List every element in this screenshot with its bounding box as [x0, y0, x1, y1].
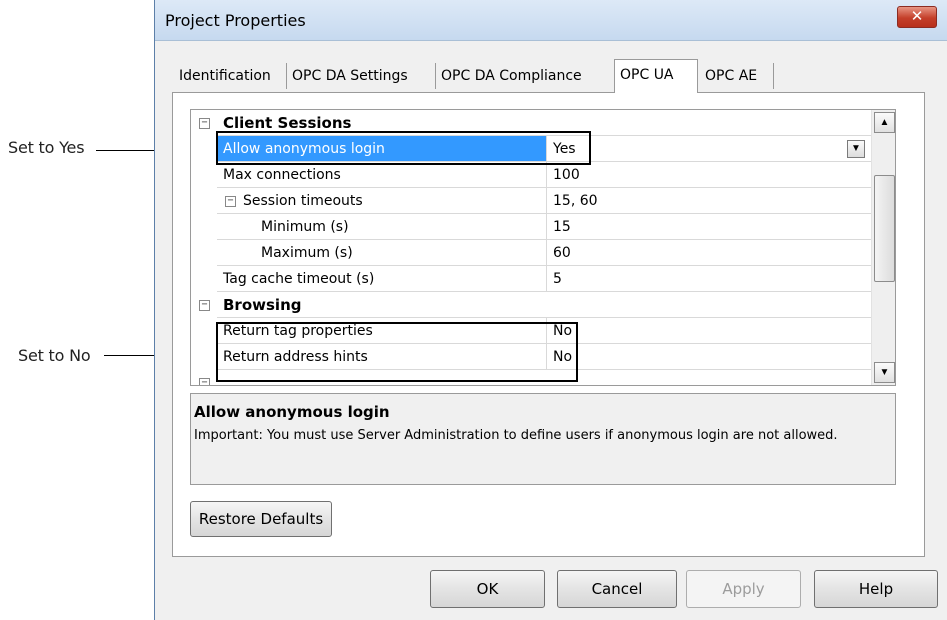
tab-opc-ua[interactable]: OPC UA: [614, 59, 698, 93]
grid-row-value[interactable]: 15, 60: [547, 188, 871, 214]
grid-scrollbar[interactable]: ▲ ▼: [871, 110, 895, 385]
grid-row-name: Maximum (s): [217, 240, 547, 266]
close-icon: ✕: [910, 7, 924, 25]
grid-row-value[interactable]: 15: [547, 214, 871, 240]
grid-row-name: Browsing: [217, 292, 547, 318]
grid-row-value[interactable]: 100: [547, 162, 871, 188]
restore-defaults-button[interactable]: Restore Defaults: [190, 501, 332, 537]
description-title: Allow anonymous login: [194, 403, 390, 421]
description-panel: Allow anonymous login Important: You mus…: [190, 393, 896, 485]
highlight-anonymous-login: [216, 131, 591, 165]
tab-opc-ae[interactable]: OPC AE: [700, 63, 774, 89]
callout-set-to-yes: Set to Yes: [8, 138, 85, 157]
scroll-thumb[interactable]: [874, 175, 895, 282]
dropdown-arrow-icon[interactable]: ▼: [847, 140, 865, 158]
apply-button[interactable]: Apply: [686, 570, 801, 608]
row-tag-cache-timeout[interactable]: Tag cache timeout (s) 5: [191, 266, 871, 292]
grid-row-value[interactable]: 5: [547, 266, 871, 292]
grid-row-value: [547, 110, 871, 136]
description-body: Important: You must use Server Administr…: [194, 428, 838, 443]
highlight-browsing-rows: [216, 322, 578, 382]
collapse-icon[interactable]: −: [225, 196, 236, 207]
dialog-title: Project Properties: [165, 11, 306, 30]
row-minimum[interactable]: Minimum (s) 15: [191, 214, 871, 240]
cancel-button[interactable]: Cancel: [557, 570, 677, 608]
collapse-icon[interactable]: −: [199, 300, 210, 311]
close-button[interactable]: ✕: [897, 6, 937, 28]
collapse-icon[interactable]: −: [199, 118, 210, 129]
grid-row-name: − Session timeouts: [217, 188, 547, 214]
grid-row-value[interactable]: No: [547, 318, 871, 344]
scroll-up-icon[interactable]: ▲: [874, 112, 895, 133]
tab-opc-da-compliance[interactable]: OPC DA Compliance: [436, 63, 614, 89]
callout-set-to-no: Set to No: [18, 346, 91, 365]
row-max-connections[interactable]: Max connections 100: [191, 162, 871, 188]
grid-row-name: Tag cache timeout (s): [217, 266, 547, 292]
grid-row-name: Minimum (s): [217, 214, 547, 240]
category-browsing[interactable]: − Browsing: [191, 292, 871, 318]
grid-row-value[interactable]: 60: [547, 240, 871, 266]
grid-row-value: [547, 292, 871, 318]
scroll-down-icon[interactable]: ▼: [874, 362, 895, 383]
collapse-icon[interactable]: −: [199, 378, 210, 385]
help-button[interactable]: Help: [814, 570, 938, 608]
grid-row-name: Max connections: [217, 162, 547, 188]
tab-opc-da-settings[interactable]: OPC DA Settings: [287, 63, 436, 89]
title-bar[interactable]: Project Properties ✕: [155, 0, 947, 41]
row-maximum[interactable]: Maximum (s) 60: [191, 240, 871, 266]
ok-button[interactable]: OK: [430, 570, 545, 608]
grid-row-name-text: Session timeouts: [243, 193, 363, 209]
row-session-timeouts[interactable]: − Session timeouts 15, 60: [191, 188, 871, 214]
allow-anonymous-login-value[interactable]: Yes: [547, 136, 871, 162]
tab-identification[interactable]: Identification: [174, 63, 287, 89]
grid-row-value[interactable]: No: [547, 344, 871, 370]
